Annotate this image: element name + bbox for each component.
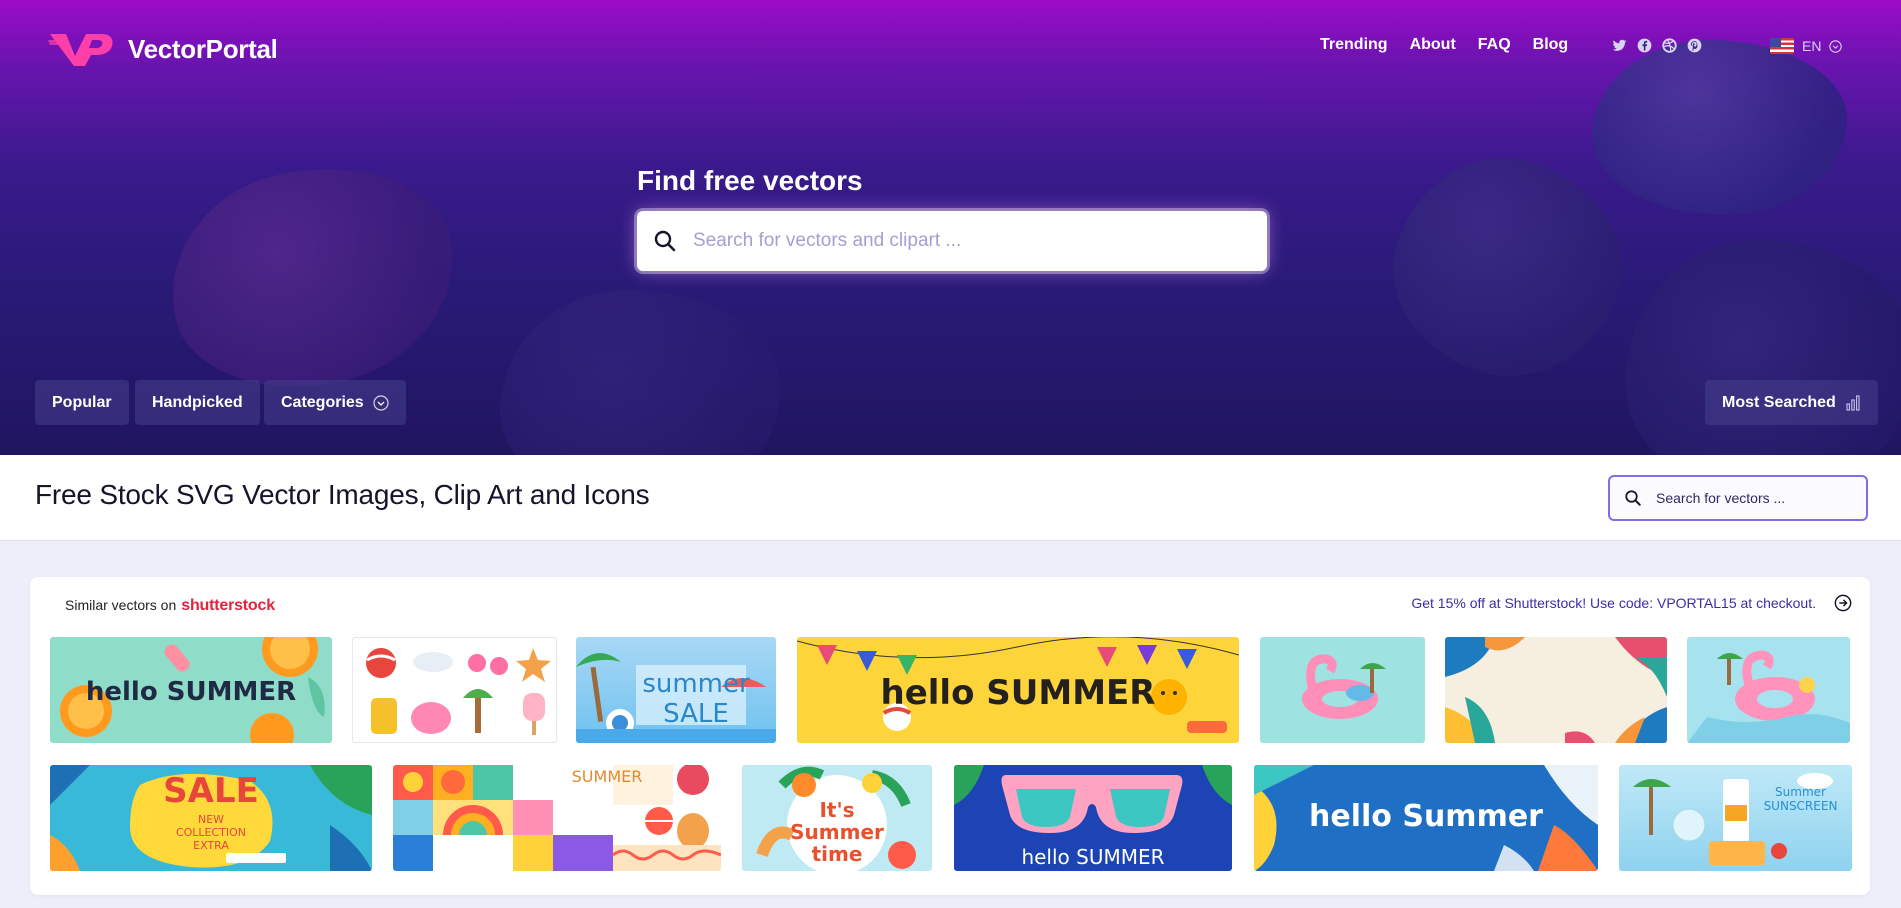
pinterest-icon[interactable]	[1687, 38, 1702, 53]
categories-button[interactable]: Categories	[264, 380, 406, 425]
dribbble-icon[interactable]	[1662, 38, 1677, 53]
arrow-right-circle-icon[interactable]	[1834, 594, 1852, 612]
thumbnail-hello-summer-blue[interactable]: hello Summer	[1254, 765, 1598, 871]
thumbnail-caption: hello SUMMER	[1021, 845, 1165, 869]
similar-vectors-card: Similar vectors on shutterstock Get 15% …	[30, 577, 1870, 895]
chevron-down-icon	[1829, 39, 1843, 53]
thumbnail-art	[1302, 654, 1386, 719]
hero-title: Find free vectors	[637, 165, 863, 196]
search-icon	[1625, 490, 1641, 506]
thumbnail-caption: It's Summer time	[790, 798, 884, 866]
decorative-blob	[150, 142, 475, 413]
thumbnail-caption: summer SALE	[642, 669, 750, 729]
most-searched-button[interactable]: Most Searched	[1705, 380, 1878, 425]
shutterstock-logo[interactable]: shutterstock	[181, 597, 275, 615]
thumbnail-its-summer-time[interactable]: It's Summer time	[742, 765, 932, 871]
secondary-search-input[interactable]	[1656, 490, 1856, 506]
bar-chart-icon	[1846, 394, 1860, 411]
thumbnail-art	[1445, 637, 1667, 743]
thumbnail-subcaption: NEW COLLECTION EXTRA	[175, 813, 247, 852]
page-title-bar: Free Stock SVG Vector Images, Clip Art a…	[0, 455, 1901, 541]
thumbnail-caption: hello SUMMER	[880, 673, 1156, 713]
thumbnail-tropical-leaves-frame[interactable]	[1445, 637, 1667, 743]
similar-vectors-label: Similar vectors on shutterstock	[65, 597, 275, 615]
site-logo[interactable]: VectorPortal	[48, 28, 278, 70]
social-links	[1612, 38, 1702, 53]
thumbnail-caption: Summer SUNSCREEN	[1763, 785, 1838, 813]
promo-text[interactable]: Get 15% off at Shutterstock! Use code: V…	[1411, 595, 1816, 611]
twitter-icon[interactable]	[1612, 38, 1627, 53]
thumbnail-hello-summer-flags[interactable]: hello SUMMER	[797, 637, 1239, 743]
secondary-search-bar[interactable]	[1608, 475, 1868, 521]
handpicked-button[interactable]: Handpicked	[135, 380, 260, 425]
decorative-blob	[1592, 40, 1847, 215]
thumbnail-flamingo-float[interactable]	[1260, 637, 1425, 743]
popular-button[interactable]: Popular	[35, 380, 129, 425]
thumbnail-flamingo-float-2[interactable]	[1687, 637, 1850, 743]
hero-section: VectorPortal Trending About FAQ Blog EN …	[0, 0, 1901, 455]
most-searched-label: Most Searched	[1722, 393, 1836, 411]
hero-search-bar[interactable]	[637, 211, 1267, 271]
thumbnail-hello-summer-sunglasses[interactable]: hello SUMMER	[954, 765, 1232, 871]
thumbnail-summer-sunscreen[interactable]: Summer SUNSCREEN	[1619, 765, 1852, 871]
thumbnail-art	[1687, 650, 1850, 743]
promo-link[interactable]: Get 15% off at Shutterstock! Use code: V…	[1411, 594, 1852, 612]
language-code: EN	[1802, 38, 1822, 54]
us-flag-icon	[1770, 38, 1794, 54]
facebook-icon[interactable]	[1637, 38, 1652, 53]
nav-about[interactable]: About	[1410, 36, 1456, 54]
thumbnail-summer-pattern-grid[interactable]: SUMMER	[393, 765, 721, 871]
nav-faq[interactable]: FAQ	[1478, 36, 1511, 54]
similar-text: Similar vectors on	[65, 597, 177, 613]
thumbnail-summer-sale-pool[interactable]: summer SALE	[576, 637, 776, 743]
page-title: Free Stock SVG Vector Images, Clip Art a…	[35, 479, 650, 510]
decorative-blob	[500, 290, 780, 455]
vp-logo-icon	[48, 34, 113, 66]
search-icon	[654, 230, 676, 252]
thumbnail-sale-new-collection[interactable]: SALE NEW COLLECTION EXTRA	[50, 765, 372, 871]
thumbnail-caption: hello SUMMER	[85, 677, 297, 707]
hero-search-input[interactable]	[693, 230, 1233, 252]
language-selector[interactable]: EN	[1770, 38, 1843, 54]
thumbnail-caption: SUMMER	[571, 767, 643, 786]
thumbnail-summer-3d-objects[interactable]	[352, 637, 557, 743]
popular-label: Popular	[52, 393, 112, 411]
thumbnail-hello-summer-oranges[interactable]: hello SUMMER	[50, 637, 332, 743]
nav-trending[interactable]: Trending	[1320, 36, 1388, 54]
chevron-down-icon	[373, 394, 389, 411]
handpicked-label: Handpicked	[152, 393, 243, 411]
top-navigation: Trending About FAQ Blog	[1320, 36, 1590, 54]
nav-blog[interactable]: Blog	[1533, 36, 1569, 54]
thumbnail-art	[1633, 773, 1833, 865]
site-name: VectorPortal	[128, 33, 278, 64]
thumbnail-caption: SALE	[163, 771, 259, 811]
thumbnail-caption: hello Summer	[1309, 799, 1543, 834]
categories-label: Categories	[281, 393, 364, 411]
thumbnail-art	[366, 648, 551, 735]
